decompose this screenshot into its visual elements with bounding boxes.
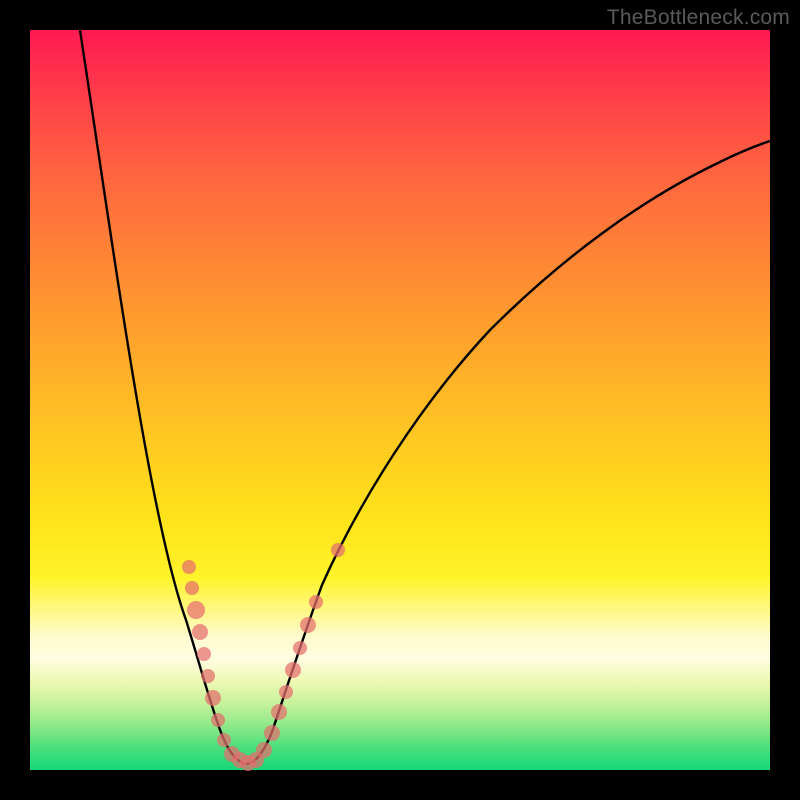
data-point xyxy=(271,704,287,720)
watermark-text: TheBottleneck.com xyxy=(607,6,790,30)
data-point xyxy=(256,742,272,758)
data-point xyxy=(285,662,301,678)
data-point xyxy=(264,725,280,741)
data-point xyxy=(192,624,208,640)
data-point xyxy=(309,595,323,609)
data-point xyxy=(205,690,221,706)
data-point xyxy=(279,685,293,699)
data-point xyxy=(211,713,225,727)
data-point xyxy=(293,641,307,655)
datapoint-markers xyxy=(182,543,345,771)
data-point xyxy=(300,617,316,633)
data-point xyxy=(197,647,211,661)
data-point xyxy=(182,560,196,574)
bottleneck-curve xyxy=(80,30,770,764)
data-point xyxy=(331,543,345,557)
data-point xyxy=(187,601,205,619)
data-point xyxy=(217,733,231,747)
data-point xyxy=(185,581,199,595)
chart-svg xyxy=(0,0,800,800)
data-point xyxy=(201,669,215,683)
